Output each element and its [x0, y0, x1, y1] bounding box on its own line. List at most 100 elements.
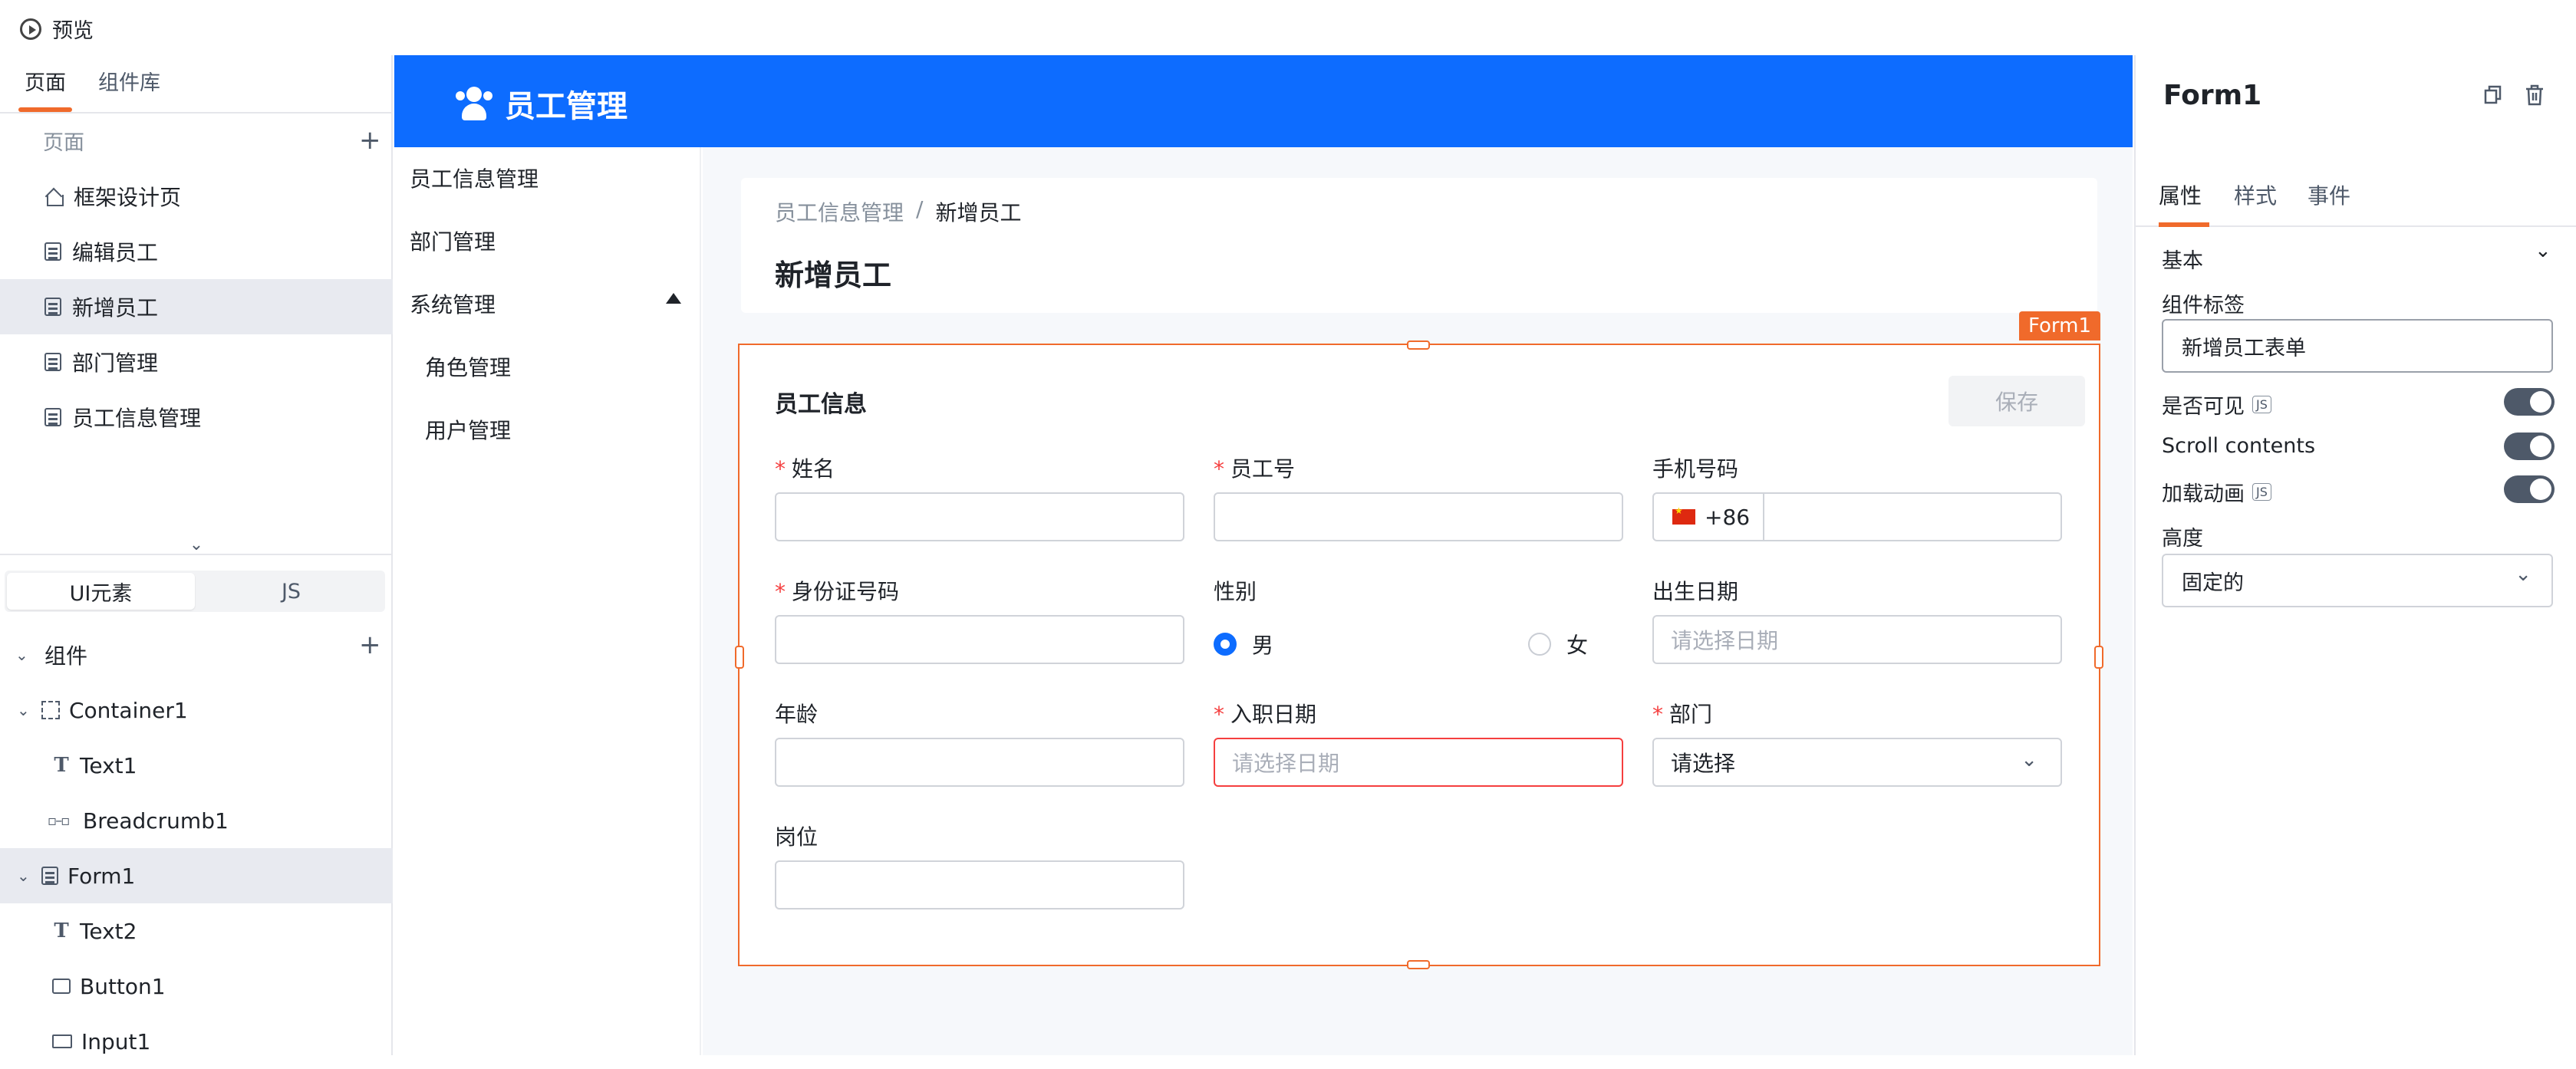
resize-handle-top[interactable] — [1407, 340, 1430, 350]
visible-toggle[interactable] — [2504, 388, 2555, 416]
id-no-label: * 身份证号码 — [775, 579, 900, 604]
gender-radio-female[interactable]: 女 — [1528, 629, 1588, 659]
scroll-contents-toggle[interactable] — [2504, 433, 2555, 460]
tree-node-text1[interactable]: T Text1 — [0, 738, 393, 793]
nav-item-system[interactable]: 系统管理 — [394, 282, 701, 321]
component-label-input[interactable]: 新增员工表单 — [2162, 319, 2553, 373]
page-item-employee-info[interactable]: 员工信息管理 — [0, 390, 393, 445]
chevron-down-icon: ⌄ — [2535, 239, 2551, 262]
page-header-card: 员工信息管理 / 新增员工 新增员工 — [741, 178, 2097, 313]
app-title: 员工管理 — [505, 89, 628, 124]
page-icon — [44, 408, 61, 426]
page-icon — [44, 242, 61, 261]
preview-label: 预览 — [52, 19, 94, 43]
tree-node-breadcrumb1[interactable]: ▫–▫ Breadcrumb1 — [0, 793, 393, 848]
tree-node-label: Container1 — [69, 697, 188, 723]
birth-date-picker[interactable]: 请选择日期 — [1652, 615, 2062, 664]
height-select[interactable]: 固定的 ⌄ — [2162, 554, 2553, 607]
app-header: 员工管理 — [394, 55, 2133, 147]
tree-node-form1[interactable]: ⌄ Form1 — [0, 848, 393, 903]
tab-styles[interactable]: 样式 — [2234, 179, 2277, 210]
page-item-label: 新增员工 — [72, 295, 159, 321]
caret-up-icon — [666, 293, 681, 304]
gender-radio-male[interactable]: 男 — [1214, 629, 1273, 659]
add-component-icon[interactable]: + — [359, 632, 381, 658]
hire-date-label: * 入职日期 — [1214, 702, 1317, 727]
emp-no-input[interactable] — [1214, 492, 1623, 541]
height-select-value: 固定的 — [2182, 571, 2244, 595]
loading-animation-toggle[interactable] — [2504, 475, 2555, 503]
dept-select[interactable]: 请选择 ⌄ — [1652, 738, 2062, 787]
nav-item-users[interactable]: 用户管理 — [425, 414, 511, 445]
hire-date-picker[interactable]: 请选择日期 — [1214, 738, 1623, 787]
preview-button[interactable]: 预览 — [20, 14, 94, 44]
chevron-down-icon: ⌄ — [17, 701, 30, 719]
phone-input[interactable]: +86 — [1652, 492, 2062, 541]
components-header-label: 组件 — [44, 643, 88, 669]
chevron-down-icon: ⌄ — [2515, 563, 2532, 586]
country-code: +86 — [1705, 504, 1751, 530]
collapse-handle[interactable]: ⌄ — [0, 535, 393, 555]
resize-handle-left[interactable] — [735, 646, 744, 669]
tab-properties[interactable]: 属性 — [2159, 179, 2202, 210]
chevron-down-icon: ⌄ — [189, 534, 204, 554]
nav-item-roles[interactable]: 角色管理 — [425, 351, 511, 382]
save-button[interactable]: 保存 — [1948, 376, 2085, 426]
properties-tabs: 属性 样式 事件 — [2136, 170, 2576, 227]
chevron-down-icon: ⌄ — [15, 646, 28, 664]
left-panel: 页面 组件库 页面 + 框架设计页 编辑员工 新增员工 部门管理 员工信息管理 … — [0, 55, 393, 1055]
breadcrumb-current: 新增员工 — [935, 200, 1022, 225]
page-item-label: 编辑员工 — [72, 240, 159, 265]
segment-js[interactable]: JS — [197, 571, 385, 612]
country-code-select[interactable]: +86 — [1654, 494, 1764, 540]
components-header[interactable]: ⌄ 组件 — [0, 627, 393, 683]
input-icon — [52, 1034, 72, 1048]
resize-handle-bottom[interactable] — [1407, 960, 1430, 969]
tree-node-label: Text1 — [80, 752, 137, 778]
page-item-add-employee[interactable]: 新增员工 — [0, 279, 393, 334]
tab-events[interactable]: 事件 — [2308, 179, 2350, 210]
active-tab-indicator — [2159, 222, 2209, 227]
tree-node-text2[interactable]: T Text2 — [0, 903, 393, 959]
tree-node-button1[interactable]: Button1 — [0, 959, 393, 1014]
copy-icon[interactable] — [2484, 84, 2502, 106]
page-item-edit-employee[interactable]: 编辑员工 — [0, 224, 393, 279]
js-badge: JS — [2252, 396, 2271, 413]
breadcrumb-item[interactable]: 员工信息管理 — [775, 196, 904, 227]
position-input[interactable] — [775, 860, 1184, 909]
name-input[interactable] — [775, 492, 1184, 541]
delete-icon[interactable] — [2525, 84, 2544, 106]
tab-pages[interactable]: 页面 — [25, 66, 66, 96]
breadcrumb-separator: / — [916, 196, 924, 222]
form-container[interactable]: Form1 员工信息 保存 *姓名 *员工号 手机号码 +86 *身份证号码 性… — [735, 311, 2103, 969]
scroll-contents-label: Scroll contents — [2162, 434, 2316, 458]
breadcrumb-icon: ▫–▫ — [48, 812, 70, 829]
segment-ui-elements[interactable]: UI元素 — [7, 573, 195, 610]
age-input[interactable] — [775, 738, 1184, 787]
tree-node-label: Button1 — [80, 973, 166, 999]
resize-handle-right[interactable] — [2094, 646, 2103, 669]
selected-component-title: Form1 — [2163, 80, 2262, 111]
nav-item-department[interactable]: 部门管理 — [410, 225, 496, 256]
page-icon — [44, 353, 61, 371]
page-item-frame-design[interactable]: 框架设计页 — [0, 169, 393, 224]
container-icon — [41, 701, 60, 719]
name-label: * 姓名 — [775, 456, 835, 482]
phone-label: 手机号码 — [1652, 456, 1739, 482]
emp-no-label: * 员工号 — [1214, 456, 1296, 482]
tab-component-library[interactable]: 组件库 — [98, 66, 160, 96]
form-section-title: 员工信息 — [775, 391, 867, 418]
id-no-input[interactable] — [775, 615, 1184, 664]
play-icon — [20, 18, 41, 40]
nav-item-employee-info[interactable]: 员工信息管理 — [410, 163, 539, 193]
page-item-department[interactable]: 部门管理 — [0, 334, 393, 390]
add-page-icon[interactable]: + — [359, 127, 381, 153]
page-icon — [44, 298, 61, 316]
basic-section-header[interactable]: 基本 ⌄ — [2136, 239, 2576, 278]
tree-node-container1[interactable]: ⌄ Container1 — [0, 683, 393, 738]
tree-node-input1[interactable]: Input1 — [0, 1014, 393, 1069]
breadcrumb: 员工信息管理 / 新增员工 — [775, 196, 1021, 227]
properties-panel: Form1 属性 样式 事件 基本 ⌄ 组件标签 新增员工表单 是否可见 JS S… — [2134, 55, 2576, 1055]
china-flag-icon — [1672, 505, 1695, 525]
top-bar: 预览 — [0, 0, 2133, 55]
